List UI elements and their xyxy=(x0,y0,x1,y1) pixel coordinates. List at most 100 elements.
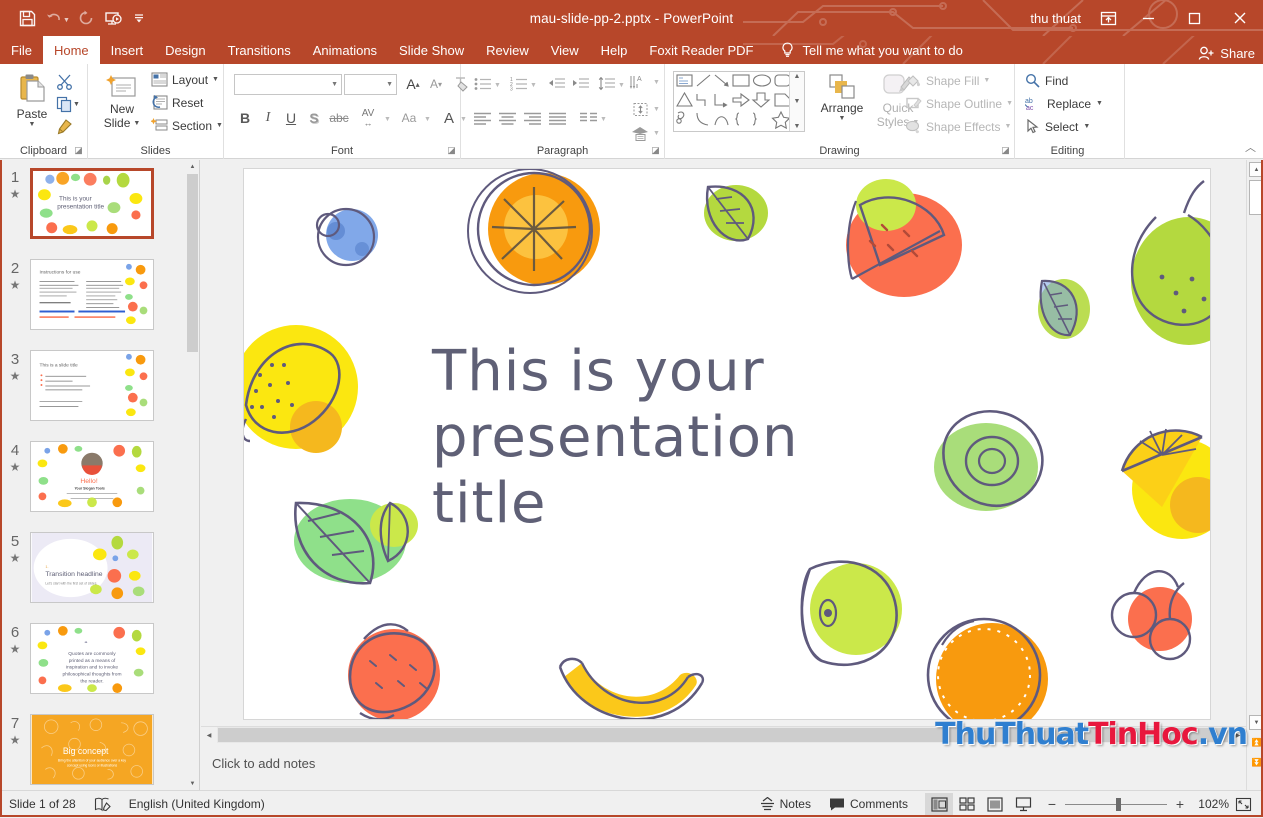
tab-insert[interactable]: Insert xyxy=(100,36,155,64)
zoom-out-button[interactable]: − xyxy=(1043,796,1061,812)
layout-button[interactable]: Layout ▼ xyxy=(151,72,219,87)
thumbnail-preview[interactable]: Instructions for use xyxy=(30,259,154,330)
columns-caret[interactable]: ▼ xyxy=(600,116,607,123)
thumbnail-scroll-down-icon[interactable]: ▼ xyxy=(186,777,199,790)
customize-qat-icon[interactable] xyxy=(126,5,152,31)
replace-button[interactable]: ab ac Replace ▼ xyxy=(1025,96,1103,111)
change-case-caret[interactable]: ▼ xyxy=(424,116,431,123)
zoom-in-button[interactable]: + xyxy=(1171,796,1189,812)
collapse-ribbon-button[interactable]: ︿ xyxy=(1245,139,1256,155)
increase-font-size-button[interactable]: A ▴ xyxy=(402,73,424,95)
reading-view-button[interactable] xyxy=(981,793,1009,816)
character-spacing-caret[interactable]: ▼ xyxy=(384,116,391,123)
shapes-scroll-down-icon[interactable]: ▼ xyxy=(794,98,801,105)
select-caret[interactable]: ▼ xyxy=(1083,123,1090,130)
thumbnail-scrollbar-thumb[interactable] xyxy=(187,174,198,352)
tab-review[interactable]: Review xyxy=(475,36,540,64)
shape-outline-caret[interactable]: ▼ xyxy=(1006,100,1013,107)
strikethrough-button[interactable]: abc xyxy=(326,107,352,129)
slide-counter[interactable]: Slide 1 of 28 xyxy=(0,791,85,818)
slide-show-button[interactable] xyxy=(1009,793,1037,816)
redo-icon[interactable] xyxy=(74,5,100,31)
save-icon[interactable] xyxy=(14,5,40,31)
share-button[interactable]: Share xyxy=(1198,46,1255,61)
tab-file[interactable]: File xyxy=(0,36,43,64)
slide-thumbnail-pane[interactable]: 1 ★ This is your presentation title 2 ★ … xyxy=(0,160,200,790)
thumbnail-scroll-up-icon[interactable]: ▲ xyxy=(186,160,199,173)
paste-button[interactable]: Paste ▼ xyxy=(8,72,56,128)
numbering-caret[interactable]: ▼ xyxy=(530,82,537,89)
thumbnail-item-3[interactable]: 3 ★ This is a slide title xyxy=(0,350,186,421)
columns-button[interactable] xyxy=(577,107,599,129)
bullets-caret[interactable]: ▼ xyxy=(494,82,501,89)
thumbnail-preview[interactable]: 1. Transition headline Let's start with … xyxy=(30,532,154,603)
thumbnail-preview[interactable]: Big concept Bring the attention of your … xyxy=(30,714,154,785)
paste-dropdown-caret[interactable]: ▼ xyxy=(29,121,36,128)
new-slide-dropdown-caret[interactable]: ▼ xyxy=(133,120,140,127)
section-dropdown-caret[interactable]: ▼ xyxy=(216,122,223,129)
thumbnail-item-7[interactable]: 7 ★ Big concept Bring the attention of y… xyxy=(0,714,186,785)
shape-outline-button[interactable]: Shape Outline ▼ xyxy=(905,96,1013,111)
start-from-beginning-icon[interactable] xyxy=(100,5,126,31)
line-spacing-caret[interactable]: ▼ xyxy=(618,82,625,89)
replace-caret[interactable]: ▼ xyxy=(1096,100,1103,107)
thumbnail-preview[interactable]: ❝ Quotes are commonly printed as a means… xyxy=(30,623,154,694)
tell-me-search[interactable]: Tell me what you want to do xyxy=(764,36,963,64)
tab-animations[interactable]: Animations xyxy=(302,36,388,64)
font-name-caret[interactable]: ▼ xyxy=(331,81,338,88)
zoom-slider[interactable] xyxy=(1061,791,1171,818)
paragraph-dialog-launcher[interactable]: ◪ xyxy=(650,145,661,156)
shapes-gallery-scrollbar[interactable]: ▲ ▼ ▼ xyxy=(789,72,804,131)
select-button[interactable]: Select ▼ xyxy=(1025,119,1090,134)
tab-view[interactable]: View xyxy=(540,36,590,64)
drawing-dialog-launcher[interactable]: ◪ xyxy=(1000,145,1011,156)
normal-view-button[interactable] xyxy=(925,792,953,816)
text-direction-button[interactable]: A xyxy=(627,71,651,93)
shape-effects-button[interactable]: Shape Effects ▼ xyxy=(905,119,1011,134)
shapes-scroll-up-icon[interactable]: ▲ xyxy=(794,73,801,80)
slide-sorter-button[interactable] xyxy=(953,793,981,816)
undo-dropdown-caret[interactable]: ▼ xyxy=(63,17,70,24)
thumbnail-item-1[interactable]: 1 ★ This is your presentation title xyxy=(0,168,186,239)
align-right-button[interactable] xyxy=(521,107,543,129)
tab-foxit-reader-pdf[interactable]: Foxit Reader PDF xyxy=(638,36,764,64)
h-scroll-left-icon[interactable]: ◀ xyxy=(201,727,217,743)
font-dialog-launcher[interactable]: ◪ xyxy=(446,145,457,156)
thumbnail-preview[interactable]: Hello! Your Slogan Tools xyxy=(30,441,154,512)
spellcheck-icon[interactable] xyxy=(85,791,120,818)
reset-button[interactable]: Reset xyxy=(151,95,203,110)
shape-fill-button[interactable]: Shape Fill ▼ xyxy=(905,73,990,88)
new-slide-button[interactable]: New Slide ▼ xyxy=(96,74,148,130)
underline-button[interactable]: U xyxy=(280,107,302,129)
account-name[interactable]: thu thuat xyxy=(1020,11,1091,26)
ribbon-display-options-icon[interactable] xyxy=(1091,3,1125,33)
text-direction-caret[interactable]: ▼ xyxy=(653,79,660,86)
format-painter-button[interactable] xyxy=(53,116,75,138)
close-button[interactable] xyxy=(1217,0,1263,36)
thumbnail-item-2[interactable]: 2 ★ Instructions for use xyxy=(0,259,186,330)
tab-slide-show[interactable]: Slide Show xyxy=(388,36,475,64)
arrange-button[interactable]: Arrange ▼ xyxy=(815,73,869,122)
minimize-button[interactable] xyxy=(1125,0,1171,36)
slide-canvas[interactable]: This is your presentation title xyxy=(243,168,1211,720)
shape-effects-caret[interactable]: ▼ xyxy=(1005,123,1012,130)
italic-button[interactable]: I xyxy=(257,107,279,129)
bold-button[interactable]: B xyxy=(234,107,256,129)
text-shadow-button[interactable]: S xyxy=(303,107,325,129)
zoom-percentage[interactable]: 102% xyxy=(1189,797,1229,811)
smartart-caret[interactable]: ▼ xyxy=(653,130,660,137)
thumbnail-preview[interactable]: This is a slide title xyxy=(30,350,154,421)
tab-design[interactable]: Design xyxy=(154,36,216,64)
decrease-font-size-button[interactable]: A ▾ xyxy=(425,73,447,95)
align-text-caret[interactable]: ▼ xyxy=(653,106,660,113)
shapes-gallery[interactable]: ▲ ▼ ▼ xyxy=(673,71,805,132)
tab-home[interactable]: Home xyxy=(42,36,100,64)
convert-to-smartart-button[interactable] xyxy=(629,122,651,144)
line-spacing-button[interactable] xyxy=(595,73,617,95)
tab-transitions[interactable]: Transitions xyxy=(217,36,302,64)
copy-button[interactable] xyxy=(53,93,75,115)
change-case-button[interactable]: Aa xyxy=(396,107,422,129)
fit-to-window-button[interactable] xyxy=(1229,797,1257,812)
center-button[interactable] xyxy=(496,107,518,129)
increase-indent-button[interactable] xyxy=(569,73,591,95)
